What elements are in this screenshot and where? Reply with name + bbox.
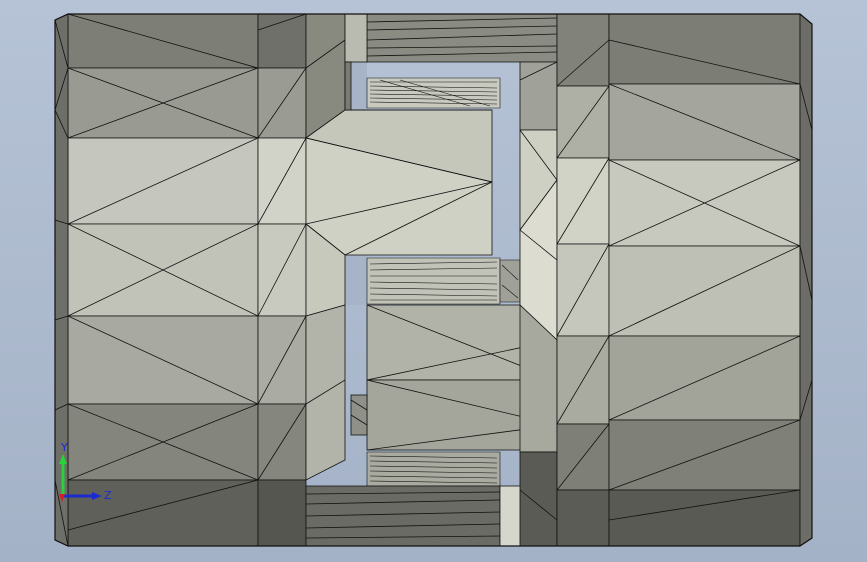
z-axis-arrow (92, 492, 102, 500)
left-band (257, 13, 307, 547)
3d-viewport[interactable]: Y Z (0, 0, 867, 562)
right-band (556, 13, 610, 547)
z-axis-label: Z (104, 489, 112, 502)
right-ring (519, 61, 558, 547)
bottom-shaft (305, 485, 523, 547)
upper-gear (366, 77, 501, 109)
y-axis-label: Y (60, 441, 68, 454)
axis-triad: Y Z (59, 441, 112, 502)
gap-panel-mid (345, 255, 367, 305)
right-body (608, 13, 813, 547)
y-axis-arrow (59, 454, 67, 464)
x-axis-marker (59, 494, 65, 502)
middle-gear (366, 257, 521, 305)
lower-gear (366, 451, 501, 487)
cad-model-mesh[interactable] (0, 0, 867, 562)
